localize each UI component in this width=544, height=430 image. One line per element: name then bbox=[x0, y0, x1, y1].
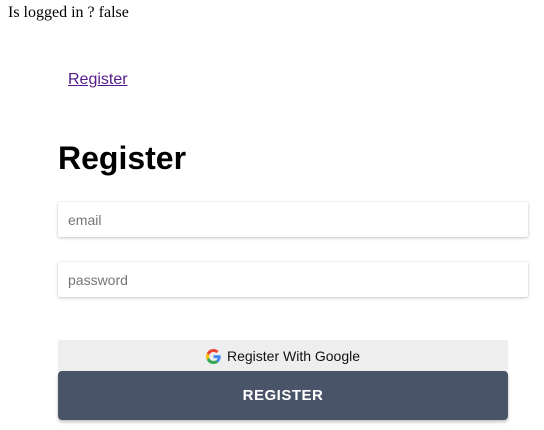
login-status-text: Is logged in ? false bbox=[8, 4, 129, 21]
register-with-google-label: Register With Google bbox=[226, 347, 361, 364]
email-field[interactable] bbox=[58, 202, 528, 237]
password-field[interactable] bbox=[58, 262, 528, 297]
register-submit-button[interactable]: REGISTER bbox=[58, 371, 508, 420]
page-title: Register bbox=[58, 140, 187, 176]
google-icon bbox=[205, 348, 221, 364]
register-with-google-button[interactable]: Register With Google bbox=[58, 340, 508, 371]
register-nav-link[interactable]: Register bbox=[68, 70, 128, 90]
